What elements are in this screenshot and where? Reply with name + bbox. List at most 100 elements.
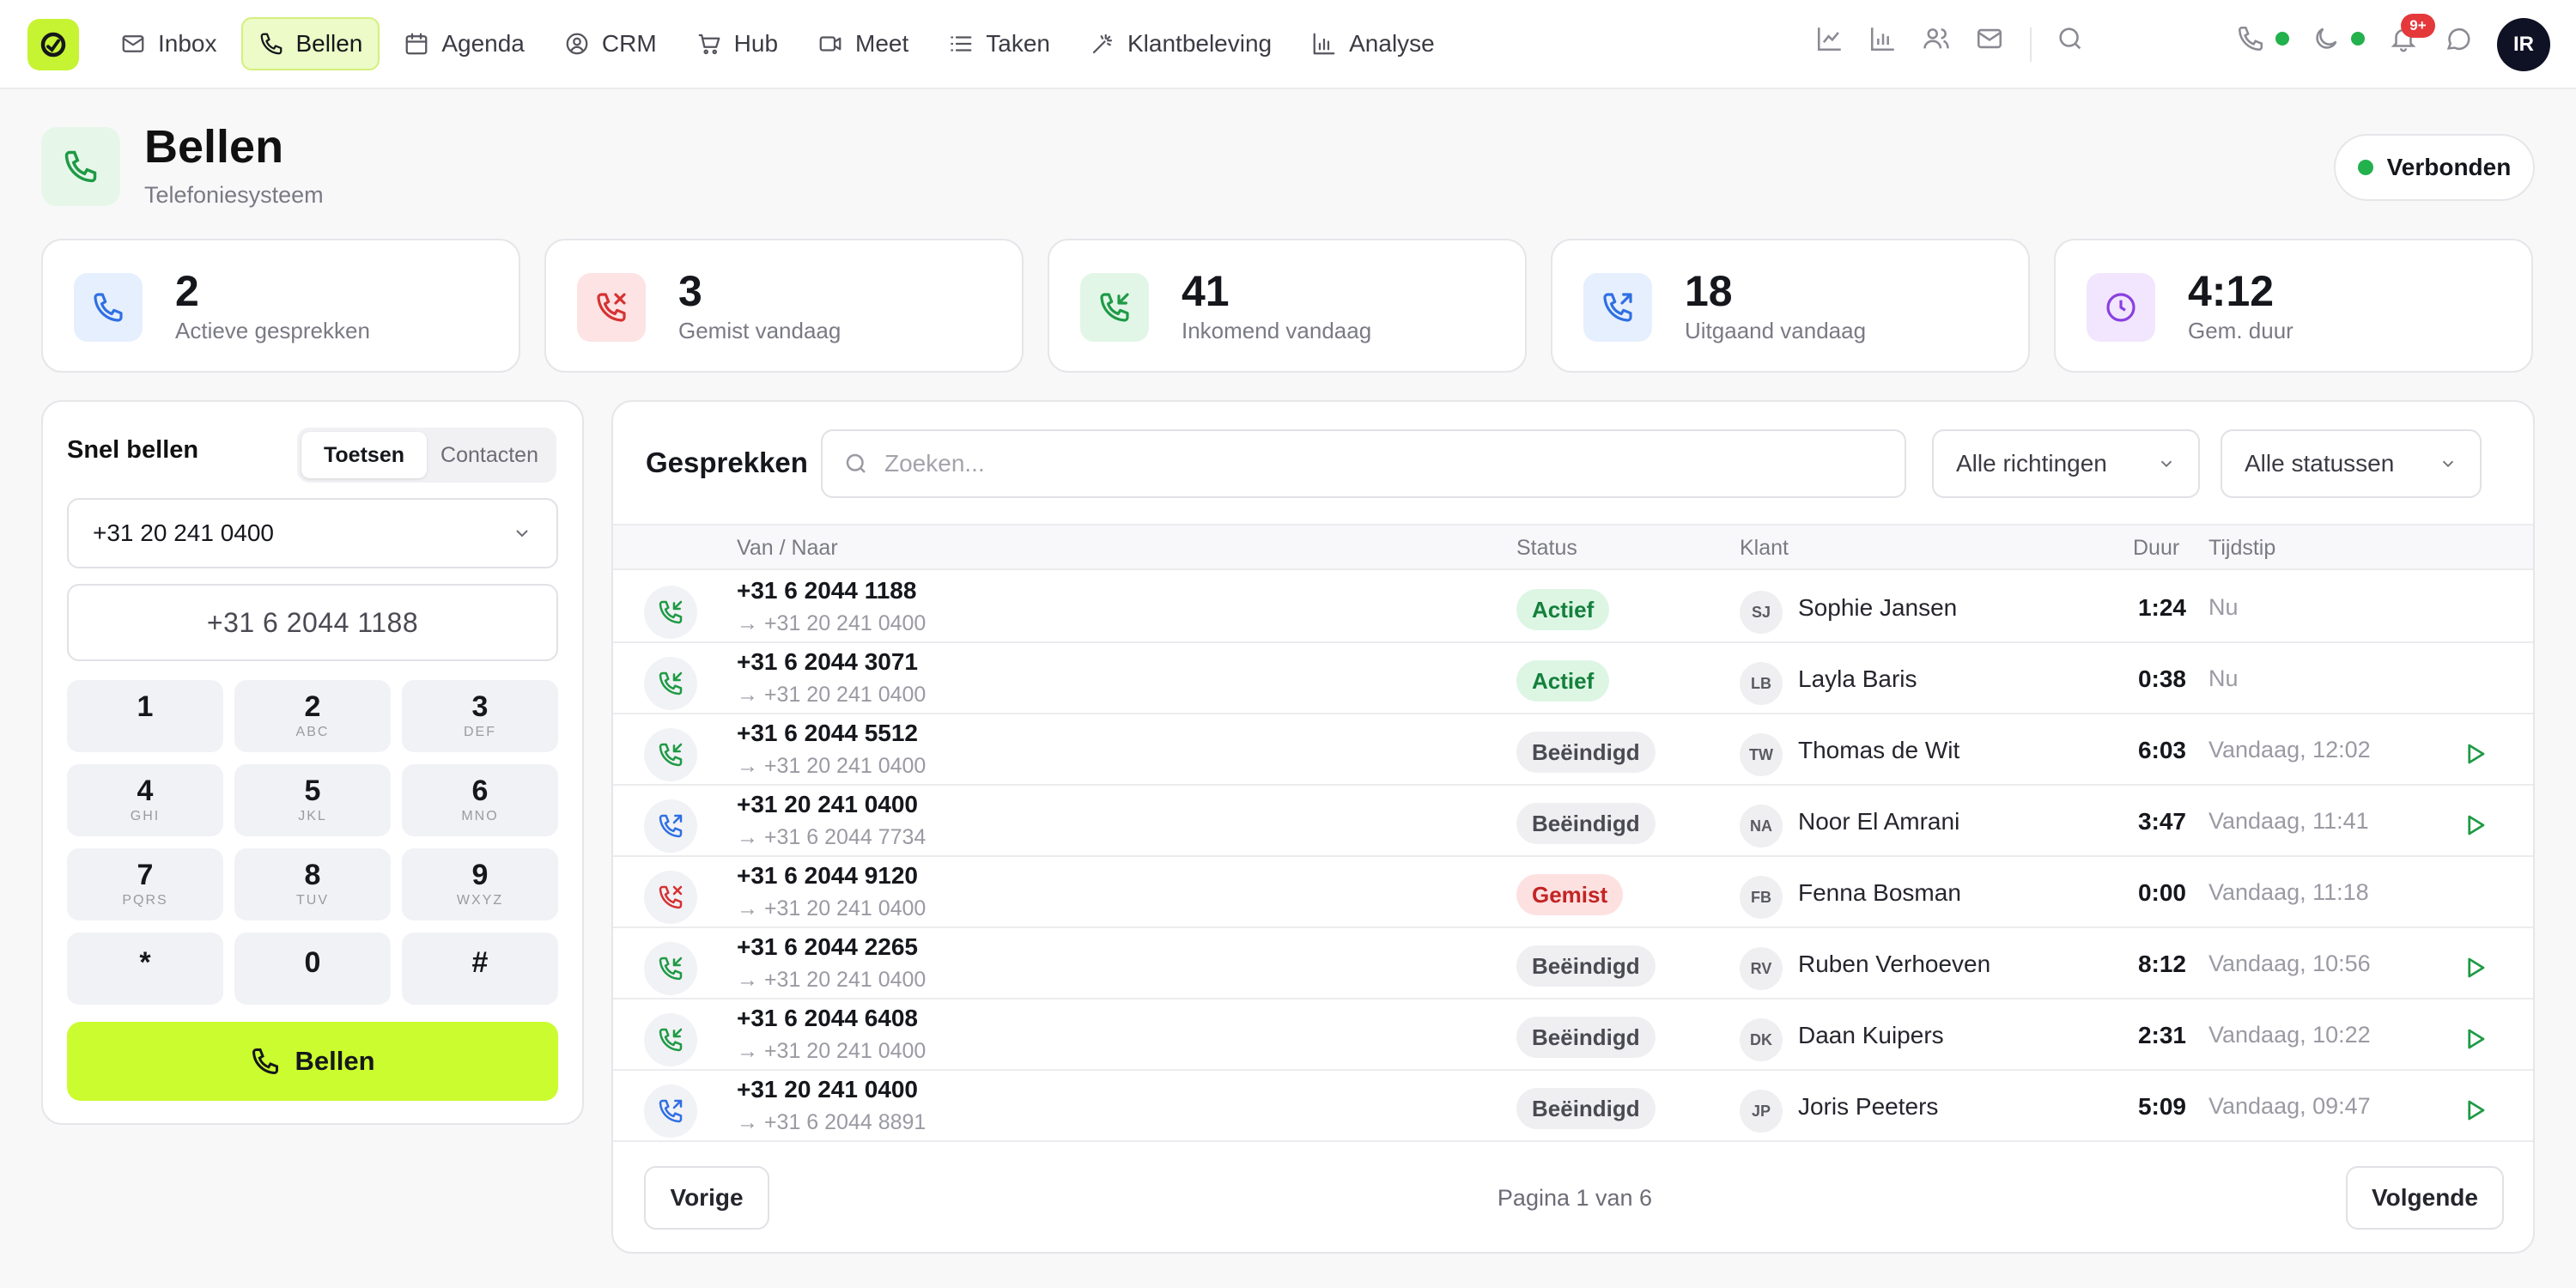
key-letters: WXYZ xyxy=(456,893,504,908)
app-logo-icon[interactable] xyxy=(27,19,79,70)
call-time: Nu xyxy=(2208,594,2239,620)
tab-contacts[interactable]: Contacten xyxy=(427,432,552,478)
search-input[interactable] xyxy=(884,450,1829,477)
keypad-key[interactable]: 5 JKL xyxy=(234,764,391,836)
client-name[interactable]: Ruben Verhoeven xyxy=(1798,951,1990,978)
direction-filter[interactable]: Alle richtingen xyxy=(1932,429,2200,498)
call-number: +31 6 2044 2265 xyxy=(737,933,918,960)
phone-icon xyxy=(260,33,282,55)
play-recording-icon[interactable] xyxy=(2454,735,2495,773)
bar-chart-icon[interactable] xyxy=(1868,24,1898,53)
call-target: → +31 6 2044 8891 xyxy=(737,1110,926,1135)
stat-card: 3 Gemist vandaag xyxy=(544,239,1024,373)
table-row[interactable]: +31 20 241 0400 → +31 6 2044 8891 Beëind… xyxy=(613,1071,2533,1142)
client-avatar: FB xyxy=(1740,876,1783,919)
nav-item-inbox[interactable]: Inbox xyxy=(105,17,233,70)
list-icon xyxy=(951,36,972,52)
next-page-button[interactable]: Volgende xyxy=(2346,1166,2504,1230)
play-recording-icon[interactable] xyxy=(2454,806,2495,844)
tab-keypad[interactable]: Toetsen xyxy=(301,432,427,478)
key-digit: # xyxy=(471,946,489,979)
table-row[interactable]: +31 6 2044 1188 → +31 20 241 0400 Actief… xyxy=(613,572,2533,643)
search-icon[interactable] xyxy=(2056,24,2085,53)
play-recording-icon[interactable] xyxy=(2454,949,2495,987)
keypad-key[interactable]: 4 GHI xyxy=(67,764,223,836)
table-row[interactable]: +31 6 2044 3071 → +31 20 241 0400 Actief… xyxy=(613,643,2533,714)
client-name[interactable]: Noor El Amrani xyxy=(1798,808,1959,835)
key-digit: 4 xyxy=(137,775,154,807)
table-row[interactable]: +31 6 2044 2265 → +31 20 241 0400 Beëind… xyxy=(613,928,2533,999)
keypad-key[interactable]: 7 PQRS xyxy=(67,848,223,920)
col-time[interactable]: Tijdstip xyxy=(2208,536,2275,561)
keypad-key[interactable]: * xyxy=(67,933,223,1005)
connection-status-badge[interactable]: Verbonden xyxy=(2334,134,2535,201)
connection-status-label: Verbonden xyxy=(2386,154,2512,180)
col-client[interactable]: Klant xyxy=(1740,536,1789,561)
status-filter[interactable]: Alle statussen xyxy=(2221,429,2482,498)
call-target-number: +31 6 2044 8891 xyxy=(763,1110,927,1134)
play-recording-icon[interactable] xyxy=(2454,1091,2495,1129)
nav-item-crm[interactable]: CRM xyxy=(549,17,672,70)
call-time: Nu xyxy=(2208,665,2239,691)
analytics-line-icon[interactable] xyxy=(1815,24,1844,53)
keypad-key[interactable]: 1 xyxy=(67,680,223,752)
client-name[interactable]: Joris Peeters xyxy=(1798,1093,1938,1121)
mail-icon[interactable] xyxy=(1975,24,2004,53)
phone-icon xyxy=(252,1048,279,1075)
stat-value: 18 xyxy=(1685,267,1733,315)
chat-icon[interactable] xyxy=(2444,24,2473,53)
nav-item-taken[interactable]: Taken xyxy=(933,17,1066,70)
nav-item-hub[interactable]: Hub xyxy=(681,17,793,70)
keypad-key[interactable]: 9 WXYZ xyxy=(402,848,558,920)
keypad-key[interactable]: 3 DEF xyxy=(402,680,558,752)
keypad-key[interactable]: 2 ABC xyxy=(234,680,391,752)
notification-badge: 9+ xyxy=(2401,14,2435,38)
client-name[interactable]: Sophie Jansen xyxy=(1798,594,1957,622)
outgoing-line-select[interactable]: +31 20 241 0400 xyxy=(67,498,558,568)
call-target: → +31 6 2044 7734 xyxy=(737,825,926,850)
arrow-right-icon: → xyxy=(737,611,764,635)
nav-item-meet[interactable]: Meet xyxy=(802,17,924,70)
call-target: → +31 20 241 0400 xyxy=(737,754,926,779)
nav-item-analyse[interactable]: Analyse xyxy=(1296,17,1450,70)
call-duration: 5:09 xyxy=(2137,1093,2186,1120)
calls-search[interactable] xyxy=(821,429,1906,498)
client-name[interactable]: Thomas de Wit xyxy=(1798,737,1959,764)
col-status[interactable]: Status xyxy=(1516,536,1577,561)
call-time: Vandaag, 10:56 xyxy=(2208,951,2371,976)
client-name[interactable]: Fenna Bosman xyxy=(1798,879,1961,907)
nav-item-klantbeleving[interactable]: Klantbeleving xyxy=(1074,17,1287,70)
play-recording-icon[interactable] xyxy=(2454,1020,2495,1058)
nav-item-agenda[interactable]: Agenda xyxy=(388,17,540,70)
users-icon[interactable] xyxy=(1922,24,1951,53)
phone-status-toggle[interactable] xyxy=(2236,24,2289,53)
call-target: → +31 20 241 0400 xyxy=(737,611,926,636)
keypad-key[interactable]: 6 MNO xyxy=(402,764,558,836)
table-row[interactable]: +31 6 2044 5512 → +31 20 241 0400 Beëind… xyxy=(613,714,2533,786)
client-name[interactable]: Daan Kuipers xyxy=(1798,1022,1944,1049)
page-title: Bellen xyxy=(144,121,284,173)
user-avatar[interactable]: IR xyxy=(2497,18,2550,71)
phone-outgoing-icon xyxy=(644,1084,697,1138)
dialer-tabs: Toetsen Contacten xyxy=(297,428,556,483)
nav-item-bellen[interactable]: Bellen xyxy=(240,17,380,70)
keypad-key[interactable]: # xyxy=(402,933,558,1005)
key-letters: GHI xyxy=(130,809,161,823)
client-name[interactable]: Layla Baris xyxy=(1798,665,1917,693)
col-duration[interactable]: Duur xyxy=(2133,536,2179,561)
call-duration: 2:31 xyxy=(2137,1022,2186,1048)
table-row[interactable]: +31 20 241 0400 → +31 6 2044 7734 Beëind… xyxy=(613,786,2533,857)
theme-toggle[interactable] xyxy=(2312,24,2365,53)
table-row[interactable]: +31 6 2044 6408 → +31 20 241 0400 Beëind… xyxy=(613,999,2533,1071)
stat-label: Gemist vandaag xyxy=(678,318,841,343)
call-target-number: +31 20 241 0400 xyxy=(763,968,927,992)
call-number: +31 6 2044 3071 xyxy=(737,648,918,675)
calendar-icon xyxy=(405,33,428,55)
dial-number-display[interactable]: +31 6 2044 1188 xyxy=(67,584,558,661)
keypad-key[interactable]: 8 TUV xyxy=(234,848,391,920)
col-number[interactable]: Van / Naar xyxy=(737,536,838,561)
stat-card: 2 Actieve gesprekken xyxy=(41,239,520,373)
call-button[interactable]: Bellen xyxy=(67,1022,558,1101)
table-row[interactable]: +31 6 2044 9120 → +31 20 241 0400 Gemist… xyxy=(613,857,2533,928)
keypad-key[interactable]: 0 xyxy=(234,933,391,1005)
